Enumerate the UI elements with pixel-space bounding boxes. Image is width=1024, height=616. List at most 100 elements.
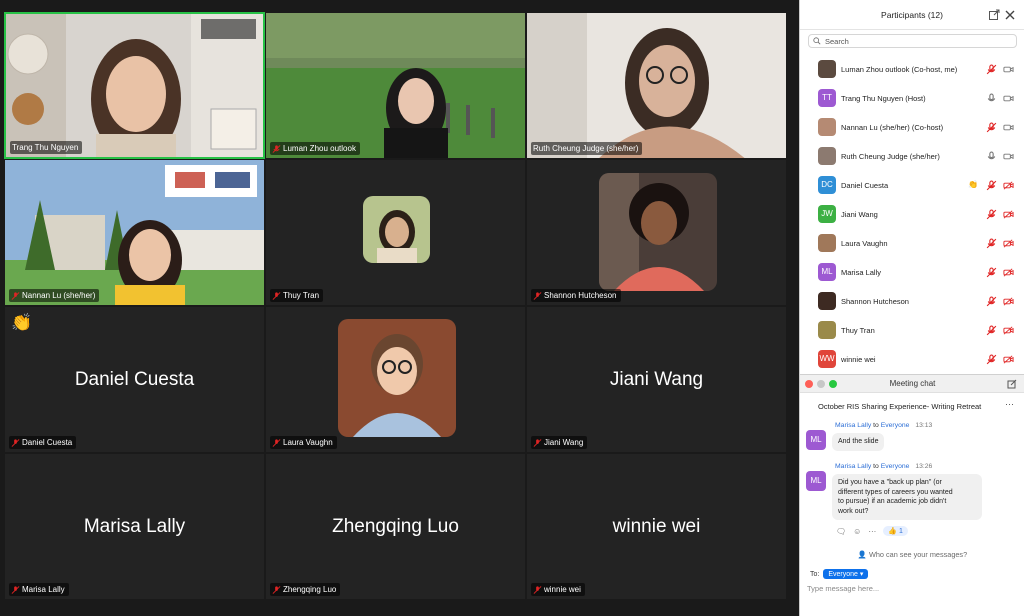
message-line: to pursue) if an academic job didn't [838,498,947,505]
participant-name: Ruth Cheung Judge (she/her) [841,152,940,161]
video-feed [527,13,786,158]
name-label: Shannon Hutcheson [531,289,621,302]
mic-muted-icon[interactable] [986,180,997,191]
video-tile-thuy[interactable]: Thuy Tran [265,159,526,306]
more-options-icon[interactable]: ··· [1005,399,1014,409]
participant-name-display: winnie wei [612,515,701,537]
mic-icon[interactable] [986,151,997,162]
to-word: to [873,463,879,470]
who-can-see-link[interactable]: 👤 Who can see your messages? [800,550,1024,559]
avatar: DC [818,176,836,194]
sender-name[interactable]: Marisa Lally [835,463,871,470]
mic-muted-icon[interactable] [986,122,997,133]
participant-row[interactable]: TT Trang Thu Nguyen (Host) [800,84,1024,113]
participant-row[interactable]: JW Jiani Wang [800,200,1024,229]
video-tile-winnie[interactable]: winnie wei winnie wei [526,453,787,600]
video-feed [266,13,525,158]
add-reaction-icon[interactable]: ☺ [853,527,861,536]
chat-message-input[interactable]: Type message here... [807,584,879,593]
participant-row[interactable]: Ruth Cheung Judge (she/her) [800,142,1024,171]
avatar: TT [818,89,836,107]
participant-search-input[interactable]: Search [808,34,1017,48]
chat-title: Meeting chat [889,379,936,388]
mic-muted-icon[interactable] [986,267,997,278]
video-off-icon[interactable] [1003,238,1014,249]
name-label: Thuy Tran [270,289,324,302]
video-icon[interactable] [1003,151,1014,162]
mic-muted-icon[interactable] [986,296,997,307]
participant-name: Daniel Cuesta [841,181,889,190]
video-tile-daniel[interactable]: 👏 Daniel Cuesta Daniel Cuesta [4,306,265,453]
video-off-icon[interactable] [1003,325,1014,336]
video-feed [5,160,264,305]
video-tile-zhengqing[interactable]: Zhengqing Luo Zhengqing Luo [265,453,526,600]
video-off-icon[interactable] [1003,180,1014,191]
participant-row[interactable]: Luman Zhou outlook (Co-host, me) [800,55,1024,84]
mic-muted-icon [11,585,20,594]
participant-name: winnie wei [841,355,876,364]
video-off-icon[interactable] [1003,354,1014,365]
video-tile-shannon[interactable]: Shannon Hutcheson [526,159,787,306]
chat-header: Meeting chat [800,375,1024,393]
participant-row[interactable]: Nannan Lu (she/her) (Co-host) [800,113,1024,142]
message-actions: 🗨 ☺ ··· 👍 1 [836,526,908,536]
participant-name: Trang Thu Nguyen (Host) [841,94,926,103]
name-label: Jiani Wang [531,436,588,449]
name-label: Luman Zhou outlook [270,142,360,155]
video-tile-laura[interactable]: Laura Vaughn [265,306,526,453]
video-off-icon[interactable] [1003,296,1014,307]
mic-muted-icon[interactable] [986,209,997,220]
participant-name: Shannon Hutcheson [841,297,909,306]
mic-muted-icon [272,585,281,594]
message-meta: Marisa Lally to Everyone 13:13 [835,422,932,429]
message-line: Did you have a "back up plan" (or [838,479,942,486]
participant-name-display: Marisa Lally [83,515,186,537]
mic-muted-icon[interactable] [986,238,997,249]
video-tile-marisa[interactable]: Marisa Lally Marisa Lally [4,453,265,600]
avatar [818,321,836,339]
reply-icon[interactable]: 🗨 [836,527,846,536]
video-icon[interactable] [1003,93,1014,104]
video-icon[interactable] [1003,64,1014,75]
video-tile-ruth[interactable]: Ruth Cheung Judge (she/her) [526,12,787,159]
mic-muted-icon [272,144,281,153]
clap-reaction-icon: 👏 [968,180,978,189]
message-bubble: Did you have a "back up plan" (or differ… [832,474,982,520]
thumbs-up-reaction[interactable]: 👍 1 [883,526,908,536]
name-label: winnie wei [531,583,585,596]
close-icon[interactable] [1004,9,1016,21]
mic-muted-icon[interactable] [986,325,997,336]
recipient-dropdown[interactable]: Everyone ▾ [823,569,869,579]
participant-row[interactable]: WW winnie wei [800,345,1024,374]
participant-row[interactable]: DC Daniel Cuesta 👏 [800,171,1024,200]
video-tile-trang[interactable]: Trang Thu Nguyen [4,12,265,159]
mic-icon[interactable] [986,93,997,104]
video-off-icon[interactable] [1003,267,1014,278]
participant-row[interactable]: Shannon Hutcheson [800,287,1024,316]
person-icon: 👤 [857,550,867,559]
participant-row[interactable]: Laura Vaughn [800,229,1024,258]
pop-out-icon[interactable] [988,9,1000,21]
participant-name: Nannan Lu (she/her) (Co-host) [841,123,944,132]
avatar [818,234,836,252]
mic-muted-icon [533,291,542,300]
compose-icon[interactable] [1007,379,1017,389]
participant-name-display: Daniel Cuesta [74,368,195,390]
mic-muted-icon[interactable] [986,64,997,75]
more-icon[interactable]: ··· [868,527,876,536]
profile-picture [363,196,430,263]
mic-muted-icon[interactable] [986,354,997,365]
video-off-icon[interactable] [1003,209,1014,220]
video-tile-luman[interactable]: Luman Zhou outlook [265,12,526,159]
video-tile-nannan[interactable]: Nannan Lu (she/her) [4,159,265,306]
participant-row[interactable]: Thuy Tran [800,316,1024,345]
video-icon[interactable] [1003,122,1014,133]
video-tile-jiani[interactable]: Jiani Wang Jiani Wang [526,306,787,453]
to-label: To: [810,570,820,578]
to-word: to [873,422,879,429]
zoom-window: Trang Thu Nguyen Luman Zhou outlook Ruth… [0,0,1024,616]
participant-name: Laura Vaughn [841,239,888,248]
sender-name[interactable]: Marisa Lally [835,422,871,429]
name-label: Trang Thu Nguyen [10,141,83,154]
participant-row[interactable]: ML Marisa Lally [800,258,1024,287]
